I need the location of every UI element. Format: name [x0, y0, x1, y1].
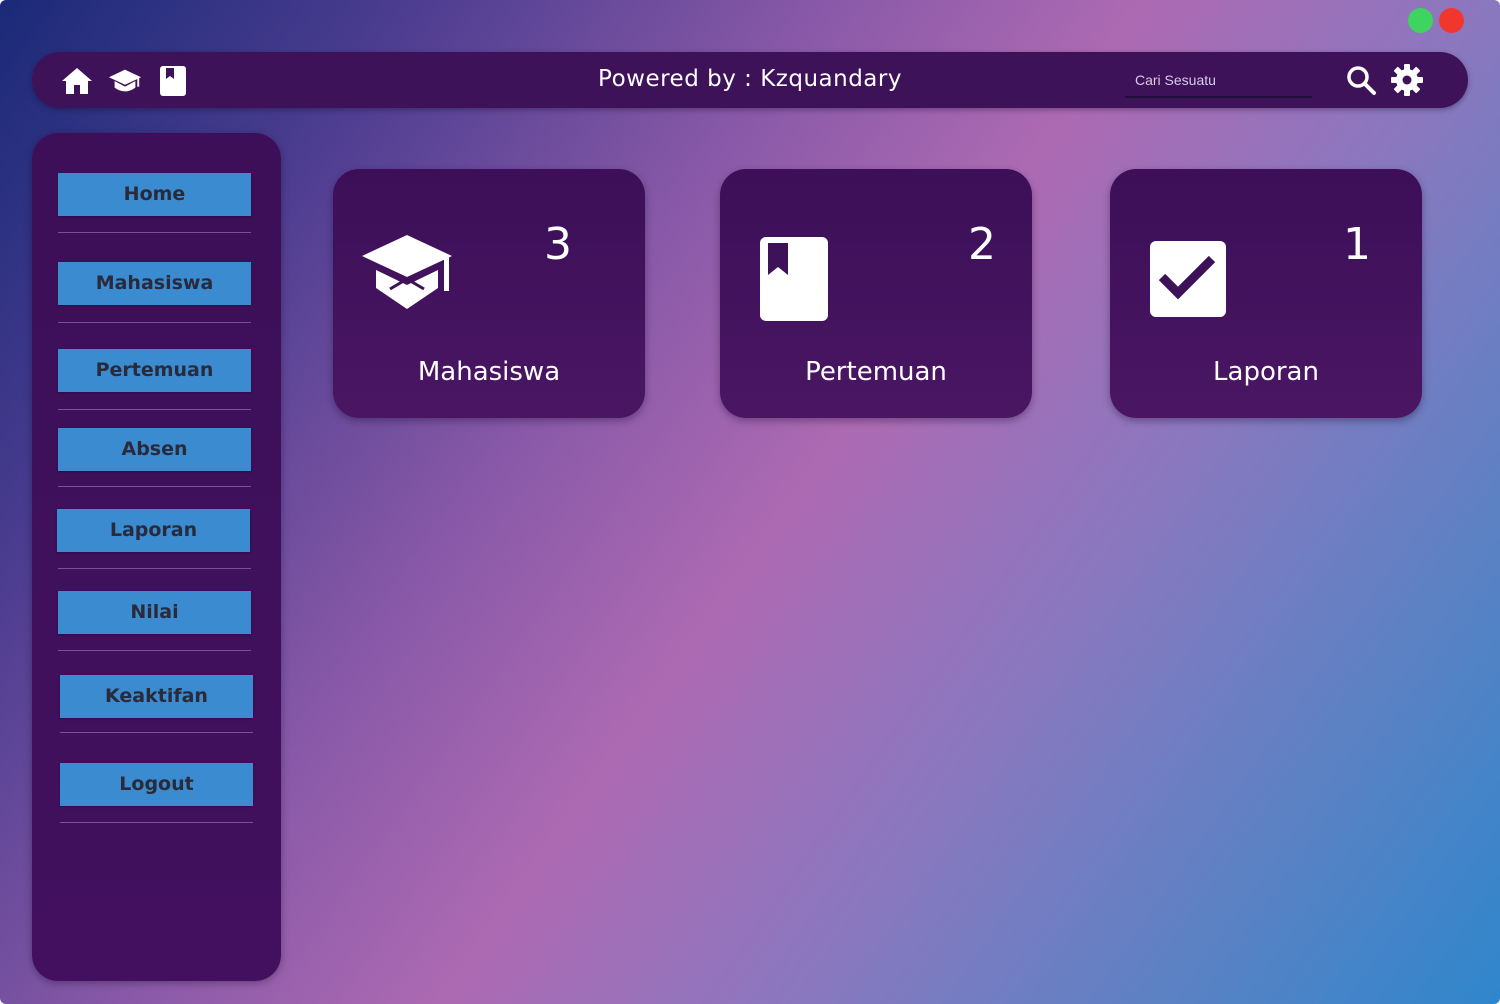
card-count: 1: [1343, 219, 1371, 270]
sidebar-item-nilai[interactable]: Nilai: [58, 591, 251, 634]
sidebar-divider: [60, 732, 253, 733]
search-icon[interactable]: [1344, 63, 1378, 97]
graduation-cap-icon: [360, 233, 454, 315]
sidebar-item-logout[interactable]: Logout: [60, 763, 253, 806]
sidebar-divider: [58, 568, 251, 569]
sidebar-item-absen[interactable]: Absen: [58, 428, 251, 471]
close-button[interactable]: [1439, 8, 1464, 33]
card-pertemuan[interactable]: 2 Pertemuan: [720, 169, 1032, 418]
sidebar-divider: [60, 822, 253, 823]
maximize-button[interactable]: [1408, 8, 1433, 33]
card-count: 3: [544, 219, 572, 270]
sidebar-divider: [58, 650, 251, 651]
sidebar-divider: [58, 409, 251, 410]
sidebar-divider: [58, 232, 251, 233]
sidebar: Home Mahasiswa Pertemuan Absen Laporan N…: [32, 133, 281, 981]
gear-icon[interactable]: [1390, 63, 1424, 97]
topbar-actions: [1344, 63, 1424, 97]
search-box: [1125, 66, 1312, 98]
book-icon: [760, 237, 828, 325]
search-input[interactable]: [1125, 66, 1312, 94]
sidebar-item-home[interactable]: Home: [58, 173, 251, 216]
app-window: Powered by : Kzquandary Cari Sesuatu Hom…: [0, 0, 1500, 1004]
sidebar-item-laporan[interactable]: Laporan: [57, 509, 250, 552]
sidebar-item-pertemuan[interactable]: Pertemuan: [58, 349, 251, 392]
card-label: Pertemuan: [805, 357, 947, 387]
sidebar-divider: [58, 486, 251, 487]
top-navbar: Powered by : Kzquandary: [32, 52, 1468, 108]
card-mahasiswa[interactable]: 3 Mahasiswa: [333, 169, 645, 418]
checkbox-icon: [1150, 241, 1226, 321]
window-controls: [1408, 8, 1464, 33]
sidebar-item-keaktifan[interactable]: Keaktifan: [60, 675, 253, 718]
card-label: Laporan: [1213, 357, 1319, 387]
card-label: Mahasiswa: [417, 357, 561, 387]
sidebar-divider: [58, 322, 251, 323]
sidebar-item-mahasiswa[interactable]: Mahasiswa: [58, 262, 251, 305]
card-count: 2: [968, 219, 996, 270]
card-laporan[interactable]: 1 Laporan: [1110, 169, 1422, 418]
